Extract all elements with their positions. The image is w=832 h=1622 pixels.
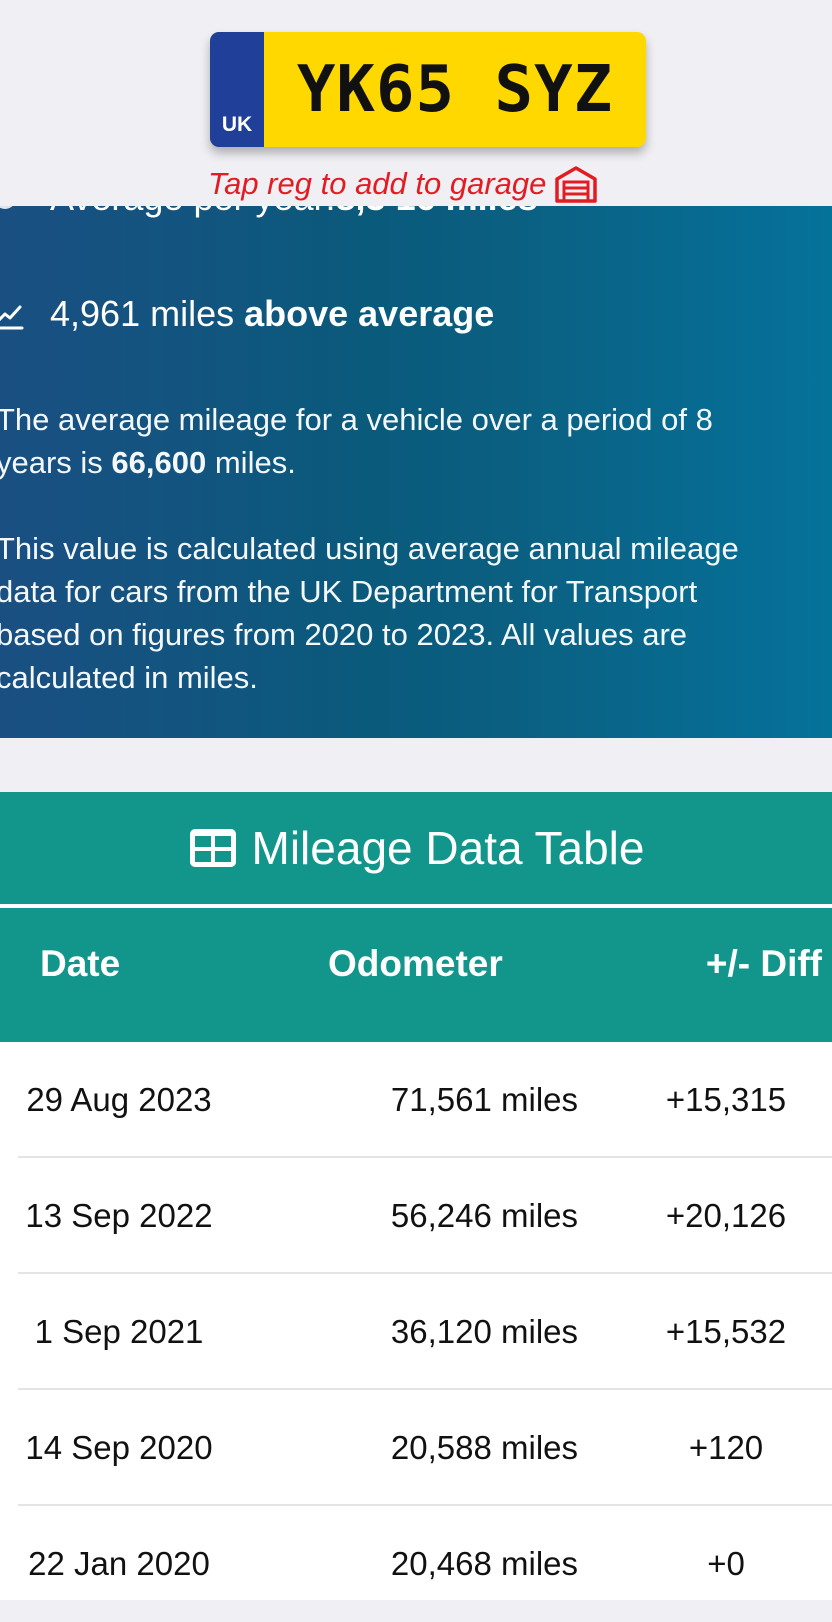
plate-registration: YK65 SYZ [296,52,614,127]
paragraph-line: This value is calculated using average a… [0,531,739,566]
row-diff: +20,126 [665,1197,787,1234]
plate-country-code: UK [221,113,253,136]
row-date: 13 Sep 2022 [25,1197,213,1234]
table-icon [189,829,236,867]
paragraph-line: The average mileage for a vehicle over a… [0,402,713,437]
row-odometer: 36,120 miles [390,1313,578,1350]
registration-plate[interactable]: UK YK65 SYZ [210,32,646,147]
mileage-table-title: Mileage Data Table [251,822,645,874]
above-average-row: 4,961 miles above average [0,292,494,336]
row-odometer: 20,468 miles [390,1545,578,1582]
add-to-garage-hint[interactable]: Tap reg to add to garage [208,164,598,204]
trend-chart-icon [0,305,24,330]
circle-icon [0,206,16,209]
row-diff: +0 [707,1545,745,1582]
above-average-value: 4,961 miles [50,293,235,334]
paragraph-line: years is 66,600 miles. [0,445,296,480]
plate-country-band: UK [210,32,264,147]
mileage-summary-card: Average per year: 8,3 16 miles 4,961 mil… [0,206,832,738]
table-row: 1 Sep 2021 36,120 miles +15,532 [0,1274,832,1390]
table-row: 14 Sep 2020 20,588 miles +120 [0,1390,832,1506]
average-per-year-label: Average per year: [50,206,336,219]
row-diff: +15,315 [665,1081,787,1118]
row-diff: +120 [688,1429,764,1466]
row-date: 14 Sep 2020 [25,1429,213,1466]
table-row: 22 Jan 2020 20,468 miles +0 [0,1506,832,1622]
table-column-headers: Date Odometer +/- Diff [0,908,832,1042]
paragraph-line: based on figures from 2020 to 2023. All … [0,617,688,652]
mileage-table-body: 29 Aug 2023 71,561 miles +15,315 13 Sep … [0,1042,832,1600]
row-date: 29 Aug 2023 [26,1081,212,1118]
table-row: 13 Sep 2022 56,246 miles +20,126 [0,1158,832,1274]
row-date: 1 Sep 2021 [34,1313,204,1350]
mileage-table-header: Mileage Data Table [0,792,832,904]
row-odometer: 20,588 miles [390,1429,578,1466]
column-header-diff: +/- Diff [705,943,822,984]
average-per-year-value: 8,3 16 miles [336,206,538,219]
above-average-label: above average [244,293,495,334]
paragraph-line: data for cars from the UK Department for… [0,574,698,609]
add-to-garage-label: Tap reg to add to garage [208,166,547,201]
garage-icon [555,166,598,203]
average-per-year-row: Average per year: 8,3 16 miles [0,206,538,220]
average-mileage-value: 66,600 [111,445,207,480]
paragraph-line: calculated in miles. [0,660,258,695]
average-mileage-paragraph: The average mileage for a vehicle over a… [0,398,832,484]
row-diff: +15,532 [665,1313,787,1350]
row-odometer: 71,561 miles [390,1081,578,1118]
row-date: 22 Jan 2020 [28,1545,210,1582]
calculation-note-paragraph: This value is calculated using average a… [0,527,832,699]
column-header-odometer: Odometer [328,943,503,984]
column-header-date: Date [40,943,121,984]
table-row: 29 Aug 2023 71,561 miles +15,315 [0,1042,832,1158]
row-odometer: 56,246 miles [390,1197,578,1234]
